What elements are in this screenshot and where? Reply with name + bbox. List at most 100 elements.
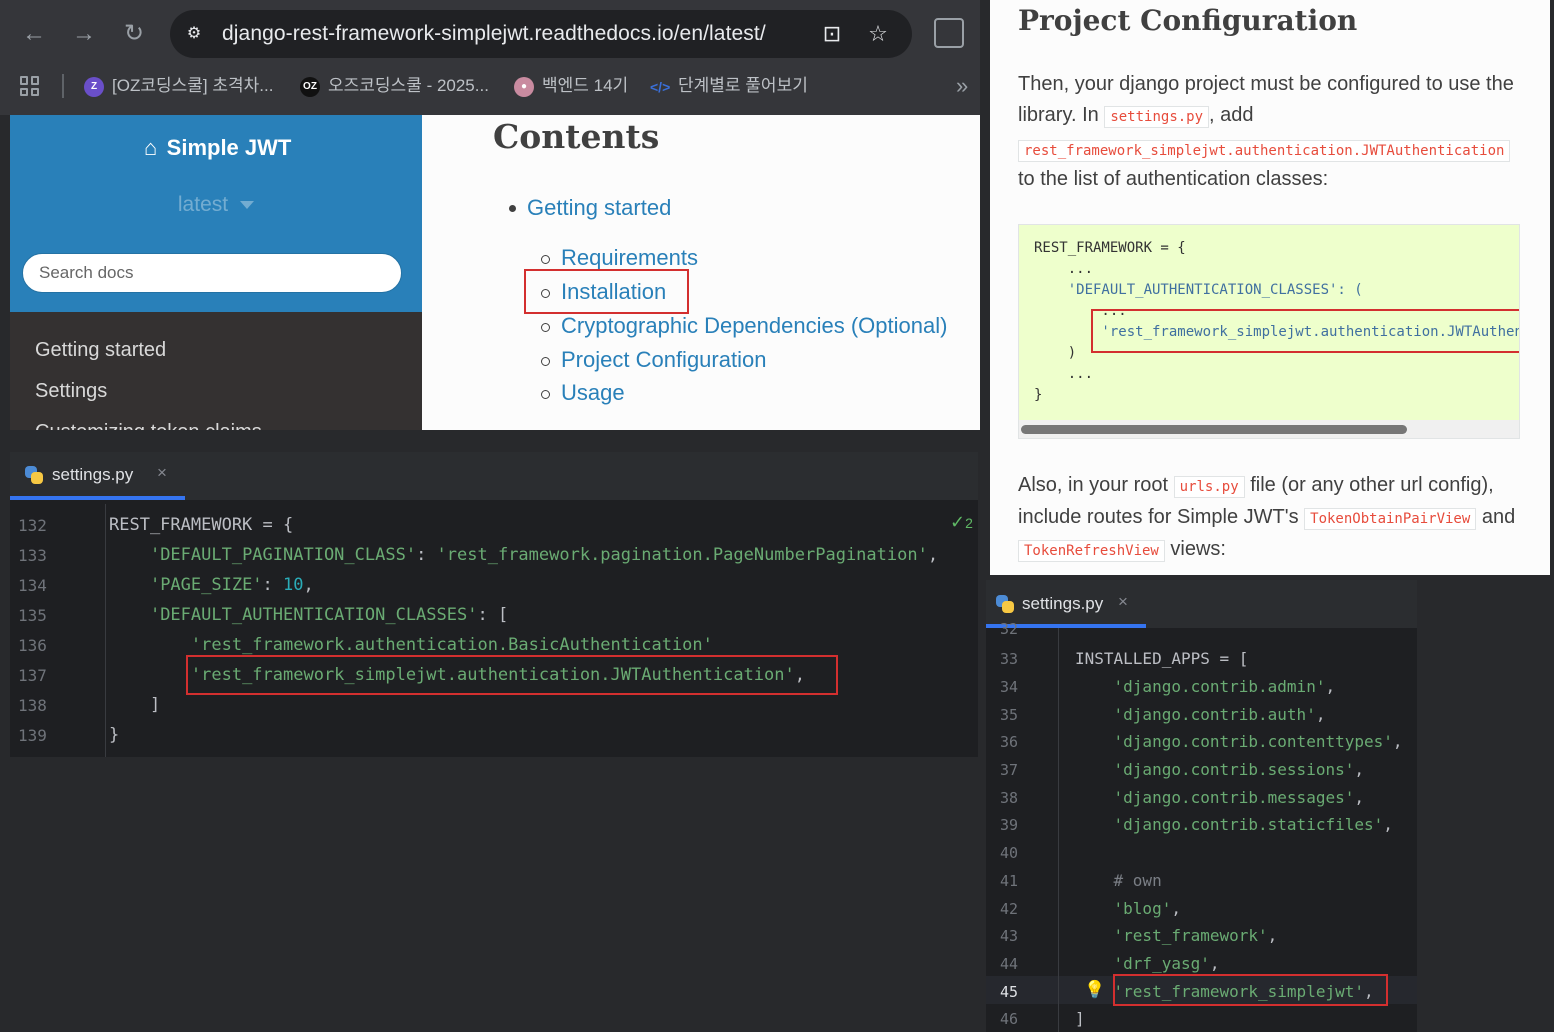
- editor-settings-installed-apps: settings.py × 32 33 34 35 36 37 38 39 40…: [986, 580, 1417, 1032]
- toc-requirements[interactable]: Requirements: [561, 245, 698, 271]
- code-line: 'django.contrib.auth',: [1113, 705, 1326, 724]
- gutter-divider: [105, 504, 106, 757]
- line-number: 36: [1000, 733, 1019, 751]
- line-number: 135: [18, 606, 47, 625]
- code-brackets-icon: </>: [650, 78, 671, 95]
- line-number: 42: [1000, 900, 1019, 918]
- sidebar-item-getting-started[interactable]: Getting started: [35, 339, 166, 362]
- avatar-icon: ●: [514, 76, 534, 97]
- code-line: ]: [109, 695, 161, 715]
- editor-tabbar: settings.py ×: [10, 452, 978, 500]
- circle-bullet: [541, 390, 550, 399]
- line-number: 134: [18, 576, 47, 595]
- code-block-line: REST_FRAMEWORK = {: [1034, 240, 1186, 256]
- code-line: 'django.contrib.contenttypes',: [1113, 732, 1403, 751]
- python-file-icon: [25, 466, 43, 484]
- code-line: INSTALLED_APPS = [: [1075, 649, 1249, 668]
- inline-code: TokenRefreshView: [1018, 540, 1165, 562]
- circle-bullet: [541, 255, 550, 264]
- code-block-line: 'DEFAULT_AUTHENTICATION_CLASSES': (: [1034, 282, 1363, 298]
- bookmarks-bar: Z [OZ코딩스쿨] 초격차... OZ 오즈코딩스쿨 - 2025... ● 백엔드…: [0, 66, 980, 106]
- chevron-double-right-icon[interactable]: »: [956, 74, 968, 98]
- search-docs-input[interactable]: [22, 253, 402, 293]
- back-arrow-icon[interactable]: ←: [18, 18, 50, 50]
- forward-arrow-icon[interactable]: →: [68, 18, 100, 50]
- docs-sidebar: ⌂Simple JWT latest Getting started Setti…: [10, 115, 422, 430]
- docs-project-configuration: Project Configuration Then, your django …: [990, 0, 1550, 575]
- address-bar[interactable]: ⚙ django-rest-framework-simplejwt.readth…: [170, 10, 912, 58]
- code-line: 'django.contrib.sessions',: [1113, 760, 1364, 779]
- line-number: 33: [1000, 650, 1019, 668]
- paragraph-line: library. In settings.py, add: [1018, 104, 1254, 128]
- inspection-ok-icon[interactable]: ✓2: [950, 512, 973, 533]
- oz-black-icon: OZ: [300, 76, 320, 97]
- code-block-line: ...: [1034, 366, 1094, 382]
- line-number: 38: [1000, 789, 1019, 807]
- contents-heading: Contents: [493, 117, 660, 156]
- code-line: 'django.contrib.admin',: [1113, 677, 1336, 696]
- code-area[interactable]: 32 33 34 35 36 37 38 39 40 41 42 43 44 4…: [986, 620, 1417, 1032]
- line-number: 138: [18, 696, 47, 715]
- line-number: 34: [1000, 678, 1019, 696]
- reload-icon[interactable]: ↻: [118, 18, 150, 50]
- horizontal-scrollbar[interactable]: [1021, 425, 1407, 434]
- line-number: 43: [1000, 927, 1019, 945]
- jwt-auth-highlight-box: [186, 655, 838, 695]
- site-title-link[interactable]: ⌂ Simple JWT: [10, 135, 422, 161]
- paragraph-line: Also, in your root urls.py file (or any …: [1018, 474, 1494, 498]
- sidebar-item-settings[interactable]: Settings: [35, 380, 107, 403]
- code-line: ]: [1075, 1009, 1085, 1028]
- bookmark-item[interactable]: ● 백엔드 14기: [514, 74, 628, 98]
- close-tab-icon[interactable]: ×: [1118, 592, 1128, 612]
- toc-getting-started[interactable]: Getting started: [527, 195, 671, 221]
- line-number: 37: [1000, 761, 1019, 779]
- version-selector[interactable]: latest: [10, 193, 422, 217]
- bookmarks-divider: [62, 74, 64, 98]
- code-line: REST_FRAMEWORK = {: [109, 515, 294, 535]
- bookmark-star-icon[interactable]: ☆: [864, 20, 892, 48]
- code-line: 'PAGE_SIZE': 10,: [149, 575, 314, 595]
- inline-code: rest_framework_simplejwt.authentication.…: [1018, 140, 1511, 162]
- code-line: 'DEFAULT_AUTHENTICATION_CLASSES': [: [149, 605, 509, 625]
- project-configuration-heading: Project Configuration: [1018, 4, 1358, 37]
- sidebar-header: ⌂ Simple JWT latest: [10, 115, 422, 312]
- code-line: 'blog',: [1113, 899, 1181, 918]
- site-settings-icon[interactable]: ⚙: [180, 20, 208, 48]
- bullet: [509, 205, 516, 212]
- line-number: 35: [1000, 706, 1019, 724]
- gutter-divider: [1058, 628, 1059, 1032]
- line-number: 46: [1000, 1010, 1019, 1028]
- line-number: 41: [1000, 872, 1019, 890]
- bookmark-item[interactable]: OZ 오즈코딩스쿨 - 2025...: [300, 74, 489, 98]
- toc-cryptographic-dependencies[interactable]: Cryptographic Dependencies (Optional): [561, 313, 947, 339]
- circle-bullet: [541, 357, 550, 366]
- toc-usage[interactable]: Usage: [561, 380, 625, 406]
- jwt-code-highlight-box: [1091, 309, 1519, 353]
- translate-icon[interactable]: ⊡: [818, 20, 846, 48]
- sidebar-item-customizing-token-claims[interactable]: Customizing token claims: [35, 421, 262, 430]
- inline-code: urls.py: [1173, 476, 1245, 498]
- url-text[interactable]: django-rest-framework-simplejwt.readthed…: [222, 22, 766, 46]
- extensions-icon[interactable]: [934, 18, 964, 48]
- code-line: 'django.contrib.staticfiles',: [1113, 815, 1393, 834]
- bookmark-item[interactable]: Z [OZ코딩스쿨] 초격차...: [84, 74, 273, 98]
- code-block[interactable]: REST_FRAMEWORK = { ... 'DEFAULT_AUTHENTI…: [1018, 224, 1520, 439]
- paragraph-line: TokenRefreshView views:: [1018, 538, 1226, 562]
- oz-purple-icon: Z: [84, 76, 104, 97]
- close-tab-icon[interactable]: ×: [157, 463, 167, 483]
- apps-grid-icon[interactable]: [20, 76, 40, 96]
- inline-code: TokenObtainPairView: [1304, 508, 1477, 530]
- line-number: 44: [1000, 955, 1019, 973]
- paragraph-line: include routes for Simple JWT's TokenObt…: [1018, 506, 1516, 530]
- toc-project-configuration[interactable]: Project Configuration: [561, 347, 766, 373]
- current-line-number: 45: [1000, 983, 1019, 1001]
- code-area[interactable]: ✓2 132 133 134 135 136 137 138 139 REST_…: [10, 504, 978, 757]
- tab-settings-py[interactable]: settings.py ×: [10, 452, 185, 500]
- paragraph-line: Then, your django project must be config…: [1018, 73, 1514, 95]
- inline-code: settings.py: [1104, 106, 1210, 128]
- code-line: 'rest_framework.authentication.BasicAuth…: [190, 635, 713, 655]
- installation-highlight-box: [524, 269, 689, 314]
- line-number: 39: [1000, 816, 1019, 834]
- caret-down-icon: [240, 201, 255, 210]
- bookmark-item[interactable]: </> 단계별로 풀어보기: [650, 74, 808, 98]
